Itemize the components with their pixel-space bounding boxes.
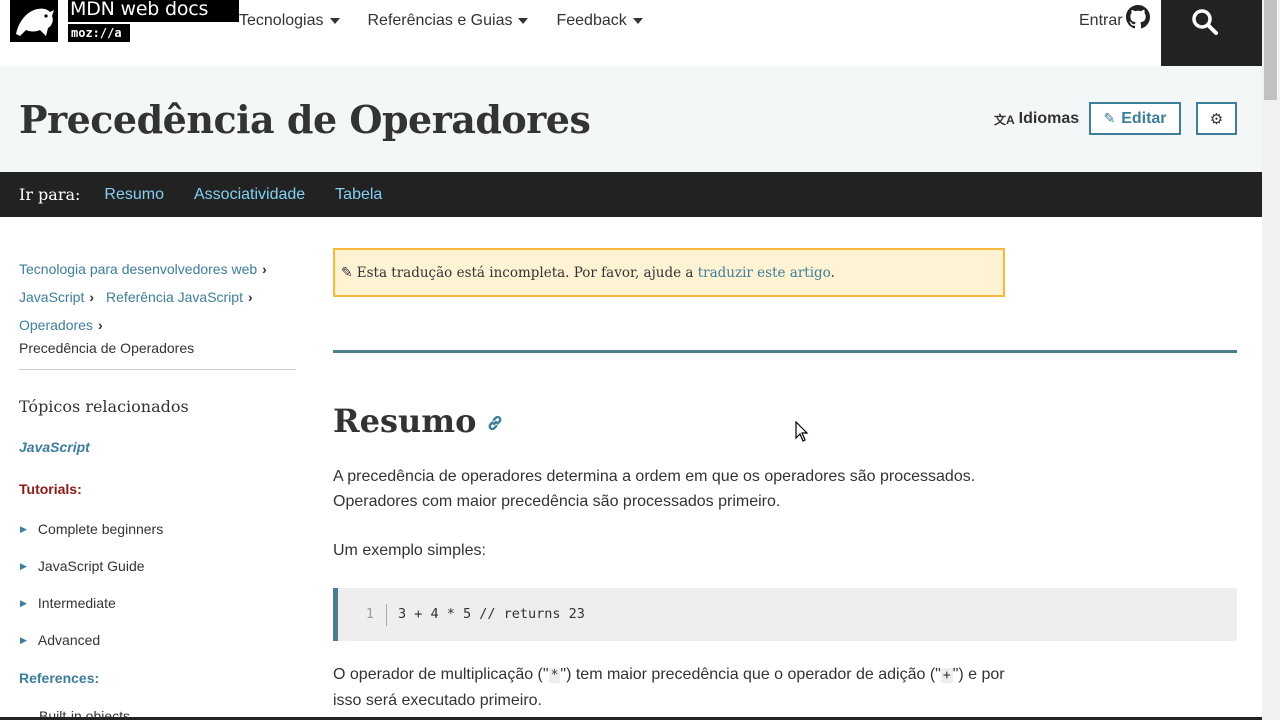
triangle-right-icon: ▶ (20, 634, 27, 645)
nav-label: Feedback (556, 12, 627, 29)
chevron-right-icon: › (89, 289, 95, 305)
heading-text: Resumo (333, 402, 477, 440)
paragraph-line: O operador de multiplicação (" * ") tem ma… (333, 662, 1013, 688)
text-run: O operador de multiplicação (" (333, 666, 549, 683)
notice-text: Esta tradução está incompleta. Por favor… (357, 265, 835, 281)
sidebar-item-javascript-guide[interactable]: ▶ JavaScript Guide (19, 558, 145, 574)
chevron-right-icon: › (97, 317, 103, 333)
languages-button[interactable]: 文A Idiomas (994, 110, 1079, 128)
scrollbar-thumb[interactable] (1264, 0, 1277, 100)
sidebar-item-label: Advanced (37, 632, 101, 648)
triangle-right-icon: ▶ (20, 597, 27, 608)
mouse-cursor-icon (795, 420, 809, 448)
nav-referencias-e-guias[interactable]: Referências e Guias (368, 0, 529, 42)
sidebar-item-label: Complete beginners (37, 521, 164, 537)
inline-code: + (940, 668, 953, 683)
sidebar-item-advanced[interactable]: ▶ Advanced (19, 632, 100, 648)
vertical-scrollbar[interactable] (1262, 0, 1280, 720)
sidebar-item-intermediate[interactable]: ▶ Intermediate (19, 595, 116, 611)
search-icon (1192, 9, 1218, 35)
text-run: ") e por (952, 666, 1005, 683)
pencil-icon: ✎ (1103, 110, 1116, 126)
github-icon (1125, 5, 1150, 29)
section-heading-resumo: Resumo (333, 402, 504, 440)
signin-label: Entrar (1079, 12, 1123, 29)
sidebar-javascript-link[interactable]: JavaScript (19, 439, 90, 455)
triangle-right-icon: ▶ (20, 523, 27, 534)
tutorials-heading: Tutorials: (19, 481, 82, 497)
related-topics-title: Tópicos relacionados (19, 397, 189, 416)
sidebar-item-complete-beginners[interactable]: ▶ Complete beginners (19, 521, 163, 537)
sidebar-divider (19, 369, 296, 370)
paragraph-explanation: O operador de multiplicação (" * ") tem ma… (333, 662, 1013, 713)
breadcrumb-item[interactable]: Operadores (19, 317, 93, 333)
references-heading: References: (19, 670, 100, 686)
translate-article-link[interactable]: traduzir este artigo (698, 265, 831, 281)
caret-down-icon (329, 18, 340, 24)
text-run: ") tem maior precedência que o operador … (560, 666, 941, 683)
notice-body: Esta tradução está incompleta. Por favor… (356, 264, 698, 281)
pencil-icon: ✎ (341, 264, 353, 281)
caret-down-icon (632, 18, 643, 24)
jump-link-resumo[interactable]: Resumo (104, 186, 164, 204)
code-text: 3 + 4 * 5 // returns 23 (398, 606, 585, 622)
main-menu: Tecnologias Referências e Guias Feedback (239, 0, 671, 42)
section-divider (333, 350, 1237, 353)
edit-label: Editar (1121, 109, 1167, 127)
paragraph-intro: A precedência de operadores determina a … (333, 464, 1013, 514)
breadcrumb-current: Precedência de Operadores (19, 340, 195, 356)
signin-link[interactable]: Entrar (1079, 0, 1150, 42)
logo-title: MDN web docs (68, 0, 239, 22)
link-icon[interactable] (486, 402, 504, 440)
edit-button[interactable]: ✎ Editar (1089, 102, 1181, 135)
title-band: Precedência de Operadores 文A Idiomas ✎ E… (0, 66, 1262, 172)
inline-code: * (548, 668, 561, 683)
paragraph-line: A precedência de operadores determina a … (333, 468, 976, 485)
jump-link-associatividade[interactable]: Associatividade (194, 186, 305, 204)
line-number: 1 (366, 607, 374, 622)
jump-link-tabela[interactable]: Tabela (335, 186, 382, 204)
code-block: 1 3 + 4 * 5 // returns 23 (333, 588, 1237, 641)
settings-button[interactable]: ⚙ (1196, 102, 1237, 135)
line-number-separator (386, 604, 387, 626)
paragraph-example: Um exemplo simples: (333, 542, 486, 559)
page-title: Precedência de Operadores (19, 97, 591, 142)
breadcrumb-item[interactable]: Tecnologia para desenvolvedores web (19, 261, 257, 277)
translation-notice: ✎ Esta tradução está incompleta. Por fav… (333, 248, 1005, 297)
chevron-right-icon: › (247, 289, 253, 305)
nav-feedback[interactable]: Feedback (556, 0, 643, 42)
mdn-logo[interactable]: MDN web docs moz://a (10, 0, 239, 42)
nav-label: Referências e Guias (367, 12, 513, 29)
mdn-dino-icon (10, 0, 58, 42)
chevron-right-icon: › (262, 261, 267, 277)
nav-label: Tecnologias (239, 12, 324, 29)
paragraph-line: Operadores com maior precedência são pro… (333, 493, 781, 510)
caret-down-icon (518, 18, 529, 24)
top-navigation-bar: MDN web docs moz://a Tecnologias Referên… (0, 0, 1262, 66)
breadcrumb: Tecnologia para desenvolvedores web › Jav… (19, 255, 296, 357)
sidebar-item-label: JavaScript Guide (37, 558, 145, 574)
triangle-right-icon: ▶ (20, 560, 27, 571)
notice-end: . (830, 264, 835, 281)
sidebar-item-label: Intermediate (37, 595, 116, 611)
paragraph-line: isso será executado primeiro. (333, 692, 542, 709)
jump-label: Ir para: (19, 185, 81, 204)
search-button[interactable] (1161, 0, 1262, 66)
nav-tecnologias[interactable]: Tecnologias (239, 0, 340, 42)
language-icon: 文A (994, 112, 1015, 127)
breadcrumb-item[interactable]: Referência JavaScript (106, 289, 243, 305)
jump-to-bar: Ir para: Resumo Associatividade Tabela (0, 172, 1262, 217)
gear-icon: ⚙ (1209, 110, 1224, 128)
languages-label: Idiomas (1018, 110, 1080, 127)
mozilla-wordmark: moz://a (68, 24, 130, 42)
breadcrumb-item[interactable]: JavaScript (19, 289, 84, 305)
